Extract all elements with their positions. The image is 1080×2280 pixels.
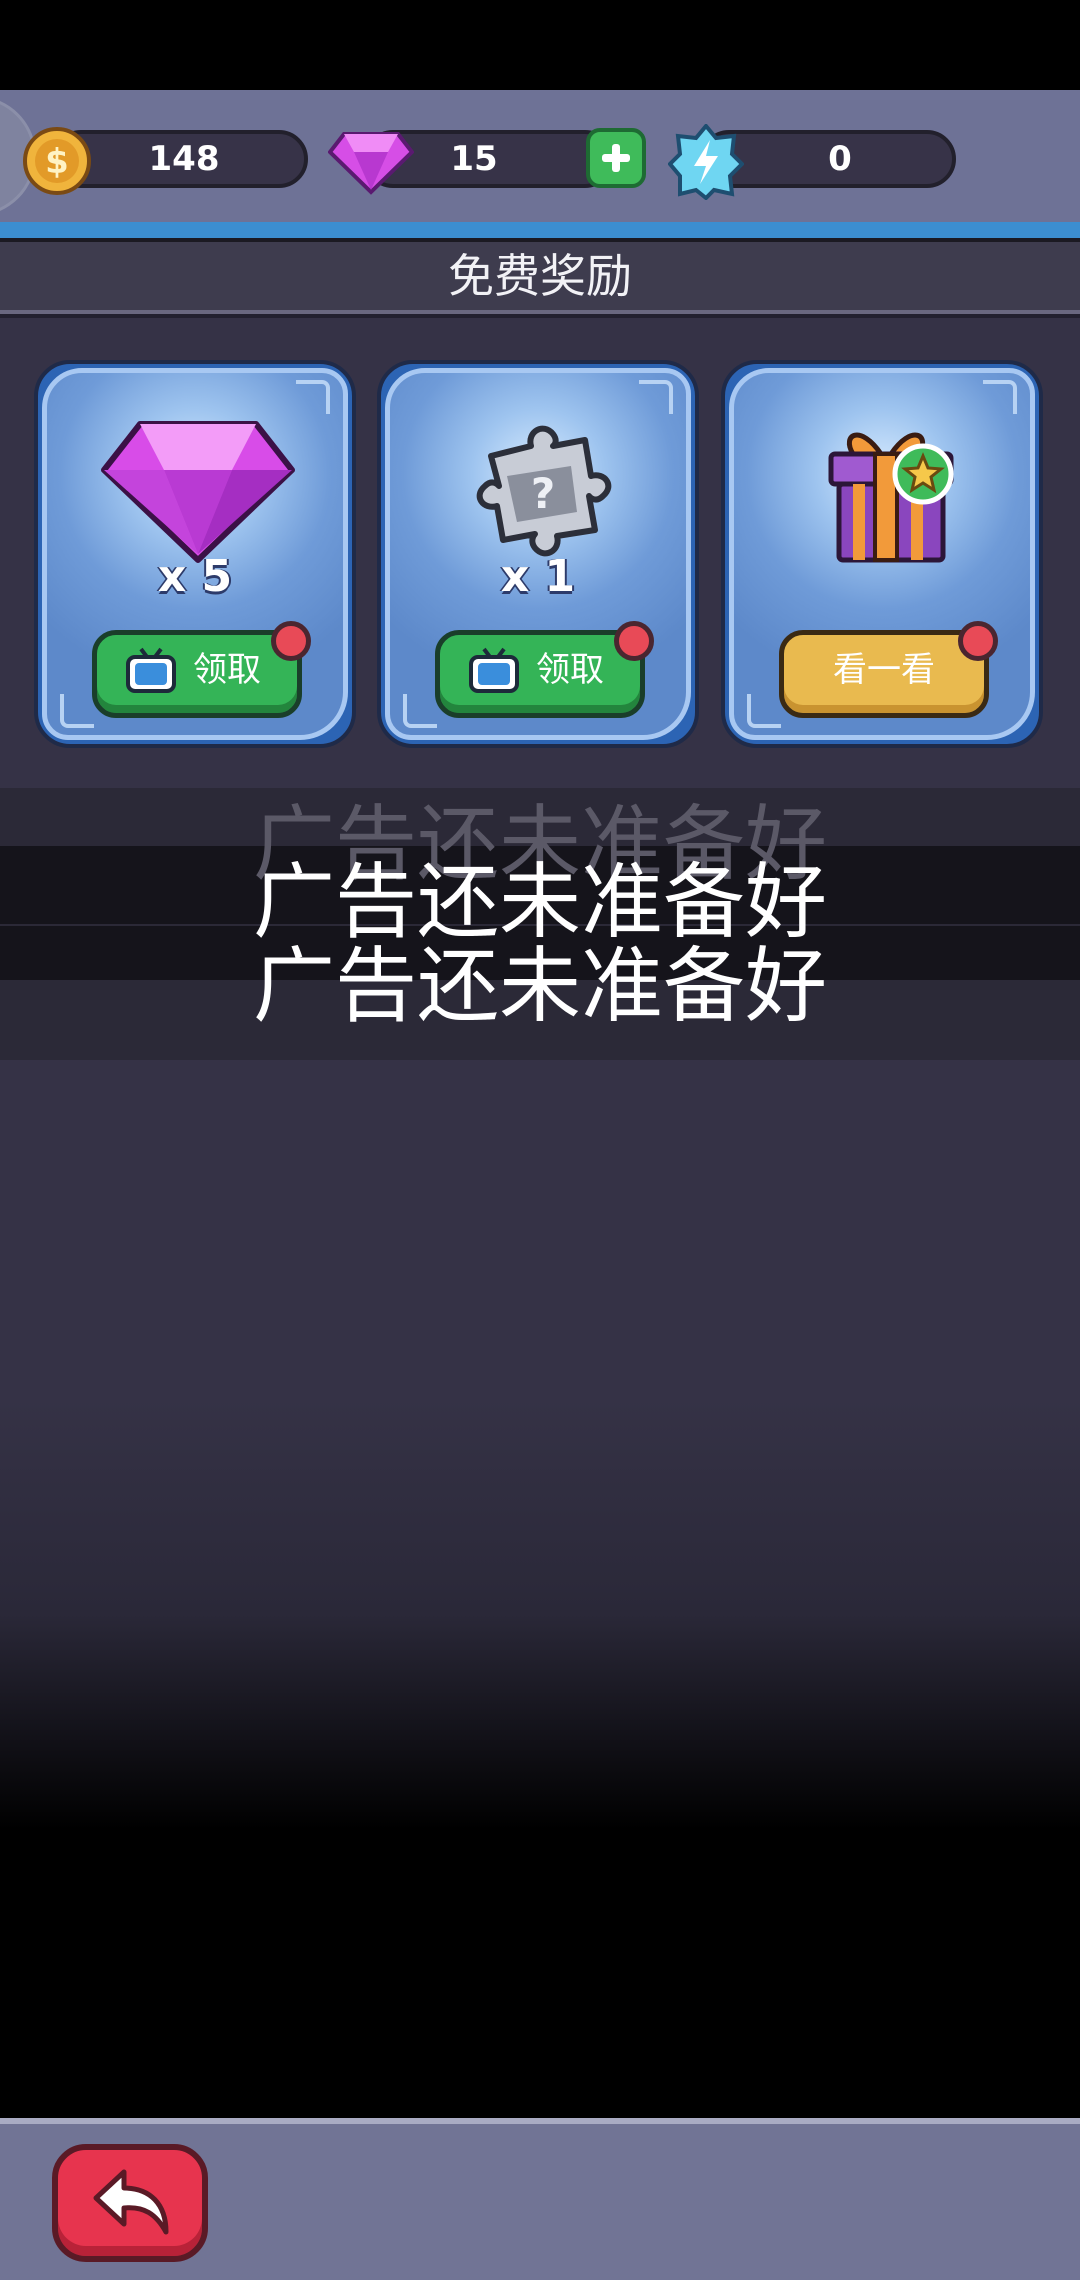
notification-dot [614,621,654,661]
page-title: 免费奖励 [448,249,632,303]
gift-box-icon [828,432,954,563]
corner-ornament [983,380,1017,414]
back-button[interactable] [52,2144,208,2262]
energy-icon [668,124,744,200]
claim-button[interactable]: 领取 [435,621,654,718]
reward-quantity: x 1 [500,551,576,602]
corner-ornament [747,694,781,728]
notification-dot [271,621,311,661]
diamond-icon [101,421,295,563]
toast-message: 广告还未准备好 [252,939,827,1034]
reward-card-gift: 看一看 [721,360,1043,748]
title-bar: 免费奖励 [0,242,1080,314]
coin-count: 148 [148,139,220,179]
look-button-label: 看一看 [833,650,935,690]
svg-text:$: $ [45,142,69,182]
currency-bar: 148 $ 15 0 [0,90,1080,222]
toast-message: 广告还未准备好 [252,855,827,950]
mystery-puzzle-icon: ? [476,425,612,557]
header-divider [0,222,1080,242]
reward-card-gems: x 5 领取 [34,360,356,748]
add-gems-button[interactable] [586,128,646,188]
tv-ad-icon [126,647,176,693]
reward-card-puzzle: ? x 1 领取 [377,360,699,748]
claim-button-label: 领取 [193,650,261,690]
corner-ornament [403,694,437,728]
corner-ornament [296,380,330,414]
notification-dot [958,621,998,661]
status-bar [0,0,1080,90]
gem-icon [328,132,414,195]
claim-button-label: 领取 [536,650,604,690]
tv-ad-icon [469,647,519,693]
look-button[interactable]: 看一看 [779,621,998,718]
claim-button[interactable]: 领取 [92,621,311,718]
corner-ornament [60,694,94,728]
coin-icon: $ [23,127,91,195]
energy-count: 0 [828,139,852,179]
reward-quantity: x 5 [157,551,233,602]
corner-ornament [639,380,673,414]
back-arrow-icon [93,2169,169,2235]
svg-text:?: ? [531,469,555,518]
